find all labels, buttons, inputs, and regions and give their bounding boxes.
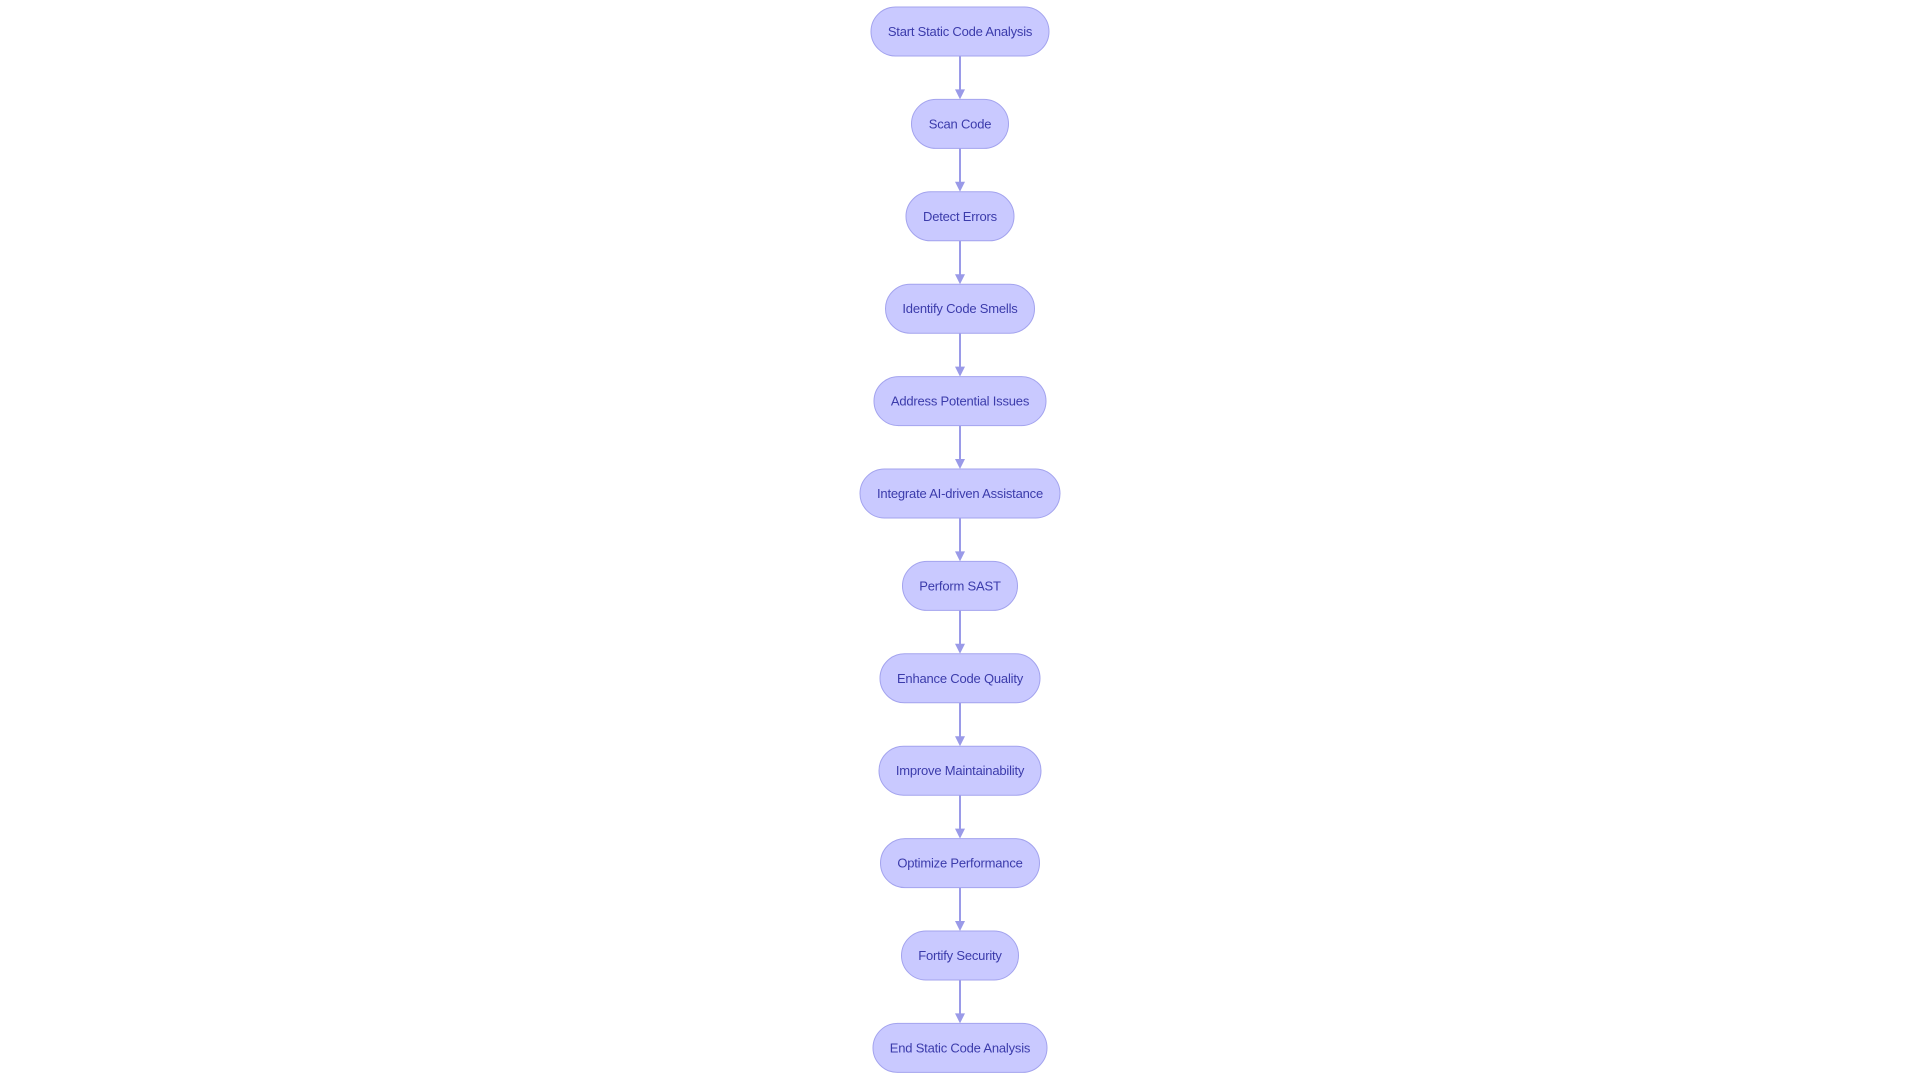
arrowhead-icon — [955, 921, 965, 931]
arrowhead-icon — [955, 1013, 965, 1024]
node-label: Improve Maintainability — [896, 763, 1025, 778]
flow-edge-detect-to-smells — [955, 240, 965, 285]
node-label: Scan Code — [929, 116, 992, 131]
node-label: Address Potential Issues — [891, 394, 1030, 409]
flow-node-perf: Optimize Performance — [880, 838, 1040, 889]
node-label: Start Static Code Analysis — [888, 24, 1033, 39]
node-label: Identify Code Smells — [902, 301, 1018, 316]
node-label: Perform SAST — [919, 578, 1001, 593]
flow-edge-address-to-ai — [955, 425, 965, 469]
arrowhead-icon — [955, 89, 965, 100]
flow-edge-perf-to-security — [955, 887, 965, 931]
flow-edge-sast-to-quality — [955, 610, 965, 654]
arrowhead-icon — [955, 551, 965, 562]
flow-node-detect: Detect Errors — [905, 191, 1015, 242]
flow-node-security: Fortify Security — [901, 930, 1019, 981]
flow-edge-scan-to-detect — [955, 148, 965, 192]
flow-node-scan: Scan Code — [911, 98, 1009, 149]
arrowhead-icon — [955, 366, 965, 377]
arrowhead-icon — [955, 274, 965, 285]
arrowhead-icon — [955, 643, 965, 654]
arrowhead-icon — [955, 736, 965, 747]
flow-edge-start-to-scan — [955, 56, 965, 100]
flow-node-quality: Enhance Code Quality — [879, 653, 1041, 704]
flow-node-smells: Identify Code Smells — [885, 283, 1035, 334]
arrowhead-icon — [955, 828, 965, 839]
flowchart-diagram: Start Static Code Analysis Scan Code Detec… — [859, 6, 1061, 1073]
flow-edge-maintain-to-perf — [955, 795, 965, 839]
flow-node-maintain: Improve Maintainability — [878, 745, 1042, 796]
flow-edge-quality-to-maintain — [955, 702, 965, 747]
arrowhead-icon — [955, 459, 965, 469]
node-label: End Static Code Analysis — [890, 1040, 1031, 1055]
node-label: Integrate AI-driven Assistance — [877, 486, 1043, 501]
flow-node-start: Start Static Code Analysis — [870, 6, 1050, 57]
flow-edge-smells-to-address — [955, 333, 965, 377]
flow-node-ai: Integrate AI-driven Assistance — [859, 468, 1061, 519]
flow-node-end: End Static Code Analysis — [872, 1022, 1048, 1073]
flow-node-sast: Perform SAST — [902, 560, 1018, 611]
node-label: Optimize Performance — [897, 856, 1022, 871]
node-label: Fortify Security — [918, 948, 1002, 963]
flow-edge-ai-to-sast — [955, 518, 965, 562]
arrowhead-icon — [955, 181, 965, 192]
node-label: Detect Errors — [923, 209, 998, 224]
flow-node-address: Address Potential Issues — [873, 376, 1047, 427]
flow-edge-security-to-end — [955, 980, 965, 1024]
node-label: Enhance Code Quality — [897, 671, 1024, 686]
